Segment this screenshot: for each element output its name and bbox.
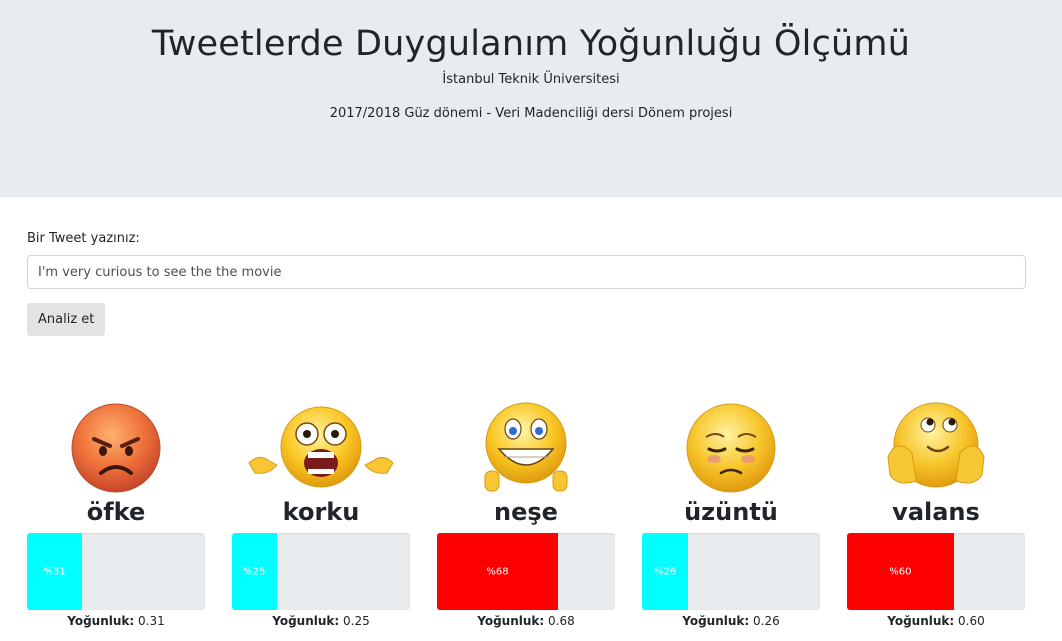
emotion-card-uzuntu: üzüntü %26 Yoğunluk: 0.26 — [642, 401, 820, 629]
percent-label: %25 — [243, 566, 266, 577]
emotion-name: valans — [892, 498, 980, 526]
intensity-bar-fill: %31 — [27, 533, 83, 610]
percent-label: %31 — [43, 566, 66, 577]
percent-label: %60 — [889, 566, 912, 577]
intensity-bar-fill: %68 — [437, 533, 559, 610]
intensity-number: 0.25 — [343, 614, 370, 628]
percent-label: %68 — [486, 566, 509, 577]
intensity-number: 0.68 — [548, 614, 575, 628]
emotion-card-nese: neşe %68 Yoğunluk: 0.68 — [437, 401, 615, 629]
analyze-button[interactable]: Analiz et — [27, 303, 106, 336]
header-banner: Tweetlerde Duygulanım Yoğunluğu Ölçümü İ… — [0, 0, 1062, 197]
intensity-value: Yoğunluk: 0.68 — [437, 614, 615, 629]
grinning-face-icon — [484, 402, 568, 492]
emotion-name: üzüntü — [684, 498, 778, 526]
emotion-results: öfke %31 Yoğunluk: 0.31 korku %25 Yoğunl… — [27, 401, 1035, 641]
university-name: İstanbul Teknik Üniversitesi — [442, 72, 620, 87]
intensity-number: 0.26 — [753, 614, 780, 628]
emotion-name: neşe — [494, 498, 558, 526]
course-description: 2017/2018 Güz dönemi - Veri Madenciliği … — [329, 106, 733, 121]
intensity-value: Yoğunluk: 0.31 — [27, 614, 205, 629]
angry-face-icon — [71, 403, 161, 493]
tweet-input[interactable] — [27, 255, 1026, 289]
intensity-bar: %68 — [437, 533, 615, 610]
emotion-card-valans: valans %60 Yoğunluk: 0.60 — [847, 401, 1025, 629]
intensity-bar-fill: %25 — [232, 533, 277, 610]
emotion-name: korku — [282, 498, 360, 526]
page-title: Tweetlerde Duygulanım Yoğunluğu Ölçümü — [151, 24, 911, 64]
intensity-label: Yoğunluk: — [682, 614, 750, 628]
dreaming-face-icon — [887, 402, 985, 488]
intensity-bar: %31 — [27, 533, 205, 610]
intensity-bar: %26 — [642, 533, 820, 610]
intensity-label: Yoğunluk: — [272, 614, 340, 628]
intensity-label: Yoğunluk: — [477, 614, 545, 628]
intensity-bar: %25 — [232, 533, 410, 610]
intensity-bar: %60 — [847, 533, 1025, 610]
intensity-value: Yoğunluk: 0.60 — [847, 614, 1025, 629]
emotion-name: öfke — [86, 498, 146, 526]
tweet-input-label: Bir Tweet yazınız: — [27, 231, 140, 246]
percent-label: %26 — [654, 566, 677, 577]
emotion-card-korku: korku %25 Yoğunluk: 0.25 — [232, 401, 410, 629]
scared-face-icon — [248, 406, 394, 488]
intensity-bar-fill: %60 — [847, 533, 954, 610]
sad-face-icon — [686, 403, 776, 493]
intensity-number: 0.60 — [958, 614, 985, 628]
intensity-label: Yoğunluk: — [67, 614, 135, 628]
intensity-bar-fill: %26 — [642, 533, 689, 610]
intensity-value: Yoğunluk: 0.25 — [232, 614, 410, 629]
intensity-label: Yoğunluk: — [887, 614, 955, 628]
intensity-number: 0.31 — [138, 614, 165, 628]
intensity-value: Yoğunluk: 0.26 — [642, 614, 820, 629]
main-content: Bir Tweet yazınız: Analiz et öfk — [0, 231, 1062, 628]
emotion-card-ofke: öfke %31 Yoğunluk: 0.31 — [27, 401, 205, 629]
